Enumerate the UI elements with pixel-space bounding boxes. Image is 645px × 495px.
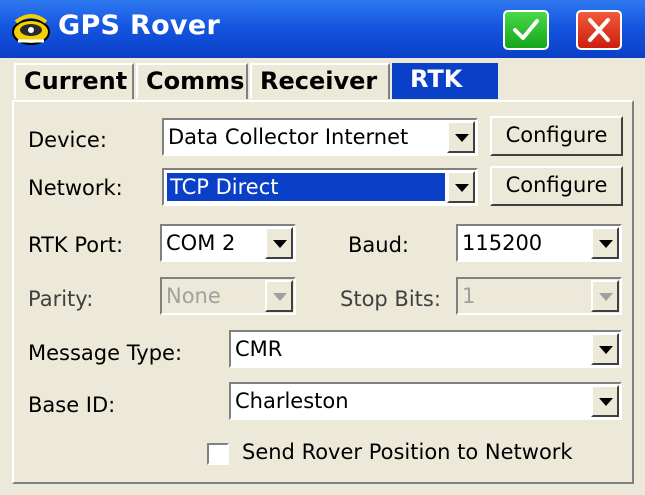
network-dropdown-button[interactable]: [447, 171, 475, 203]
chevron-down-icon: [455, 184, 469, 192]
gps-rover-window: GPS Rover Current Comms Receiver RTK Dev…: [0, 0, 645, 495]
network-configure-button[interactable]: Configure: [490, 166, 623, 206]
network-value: TCP Direct: [167, 173, 445, 201]
baud-select[interactable]: 115200: [456, 224, 622, 262]
stop-bits-select: 1: [456, 277, 622, 315]
chevron-down-icon: [599, 346, 613, 354]
baud-label: Baud:: [348, 233, 409, 257]
device-value: Data Collector Internet: [168, 125, 409, 149]
window-title: GPS Rover: [58, 10, 221, 41]
tab-current[interactable]: Current: [14, 63, 134, 99]
message-type-label: Message Type:: [28, 341, 183, 365]
chevron-down-icon: [599, 398, 613, 406]
parity-dropdown-button: [265, 280, 293, 312]
base-id-value: Charleston: [235, 389, 349, 413]
rtk-port-select[interactable]: COM 2: [160, 224, 296, 262]
chevron-down-icon: [273, 240, 287, 248]
parity-label: Parity:: [28, 287, 94, 311]
device-select[interactable]: Data Collector Internet: [162, 118, 478, 156]
chevron-down-icon: [455, 134, 469, 142]
ok-button[interactable]: [503, 10, 549, 50]
base-id-select[interactable]: Charleston: [229, 382, 622, 420]
stop-bits-dropdown-button: [591, 280, 619, 312]
message-type-select[interactable]: CMR: [229, 330, 622, 368]
rtk-port-dropdown-button[interactable]: [265, 227, 293, 259]
send-rover-position-checkbox[interactable]: [207, 443, 229, 465]
satellite-dish-icon: [12, 14, 50, 45]
parity-value: None: [166, 284, 221, 308]
send-rover-position-label[interactable]: Send Rover Position to Network: [242, 440, 573, 464]
device-configure-button[interactable]: Configure: [490, 116, 623, 156]
network-select[interactable]: TCP Direct: [162, 168, 478, 206]
base-id-label: Base ID:: [28, 393, 116, 417]
tab-comms[interactable]: Comms: [136, 63, 248, 99]
checkmark-icon: [513, 19, 539, 40]
network-label: Network:: [28, 176, 123, 200]
chevron-down-icon: [599, 293, 613, 301]
close-button[interactable]: [576, 10, 622, 50]
rtk-port-value: COM 2: [166, 231, 236, 255]
stop-bits-value: 1: [462, 284, 476, 308]
chevron-down-icon: [599, 240, 613, 248]
stop-bits-label: Stop Bits:: [340, 287, 441, 311]
baud-dropdown-button[interactable]: [591, 227, 619, 259]
tab-rtk[interactable]: RTK: [392, 63, 498, 99]
rtk-port-label: RTK Port:: [28, 233, 124, 257]
parity-select: None: [160, 277, 296, 315]
baud-value: 115200: [462, 231, 543, 255]
device-label: Device:: [28, 128, 107, 152]
title-bar: GPS Rover: [0, 0, 645, 58]
close-icon: [588, 18, 610, 42]
chevron-down-icon: [273, 293, 287, 301]
base-id-dropdown-button[interactable]: [591, 385, 619, 417]
tab-receiver[interactable]: Receiver: [250, 63, 390, 99]
message-type-value: CMR: [235, 337, 283, 361]
device-dropdown-button[interactable]: [447, 121, 475, 153]
message-type-dropdown-button[interactable]: [591, 333, 619, 365]
